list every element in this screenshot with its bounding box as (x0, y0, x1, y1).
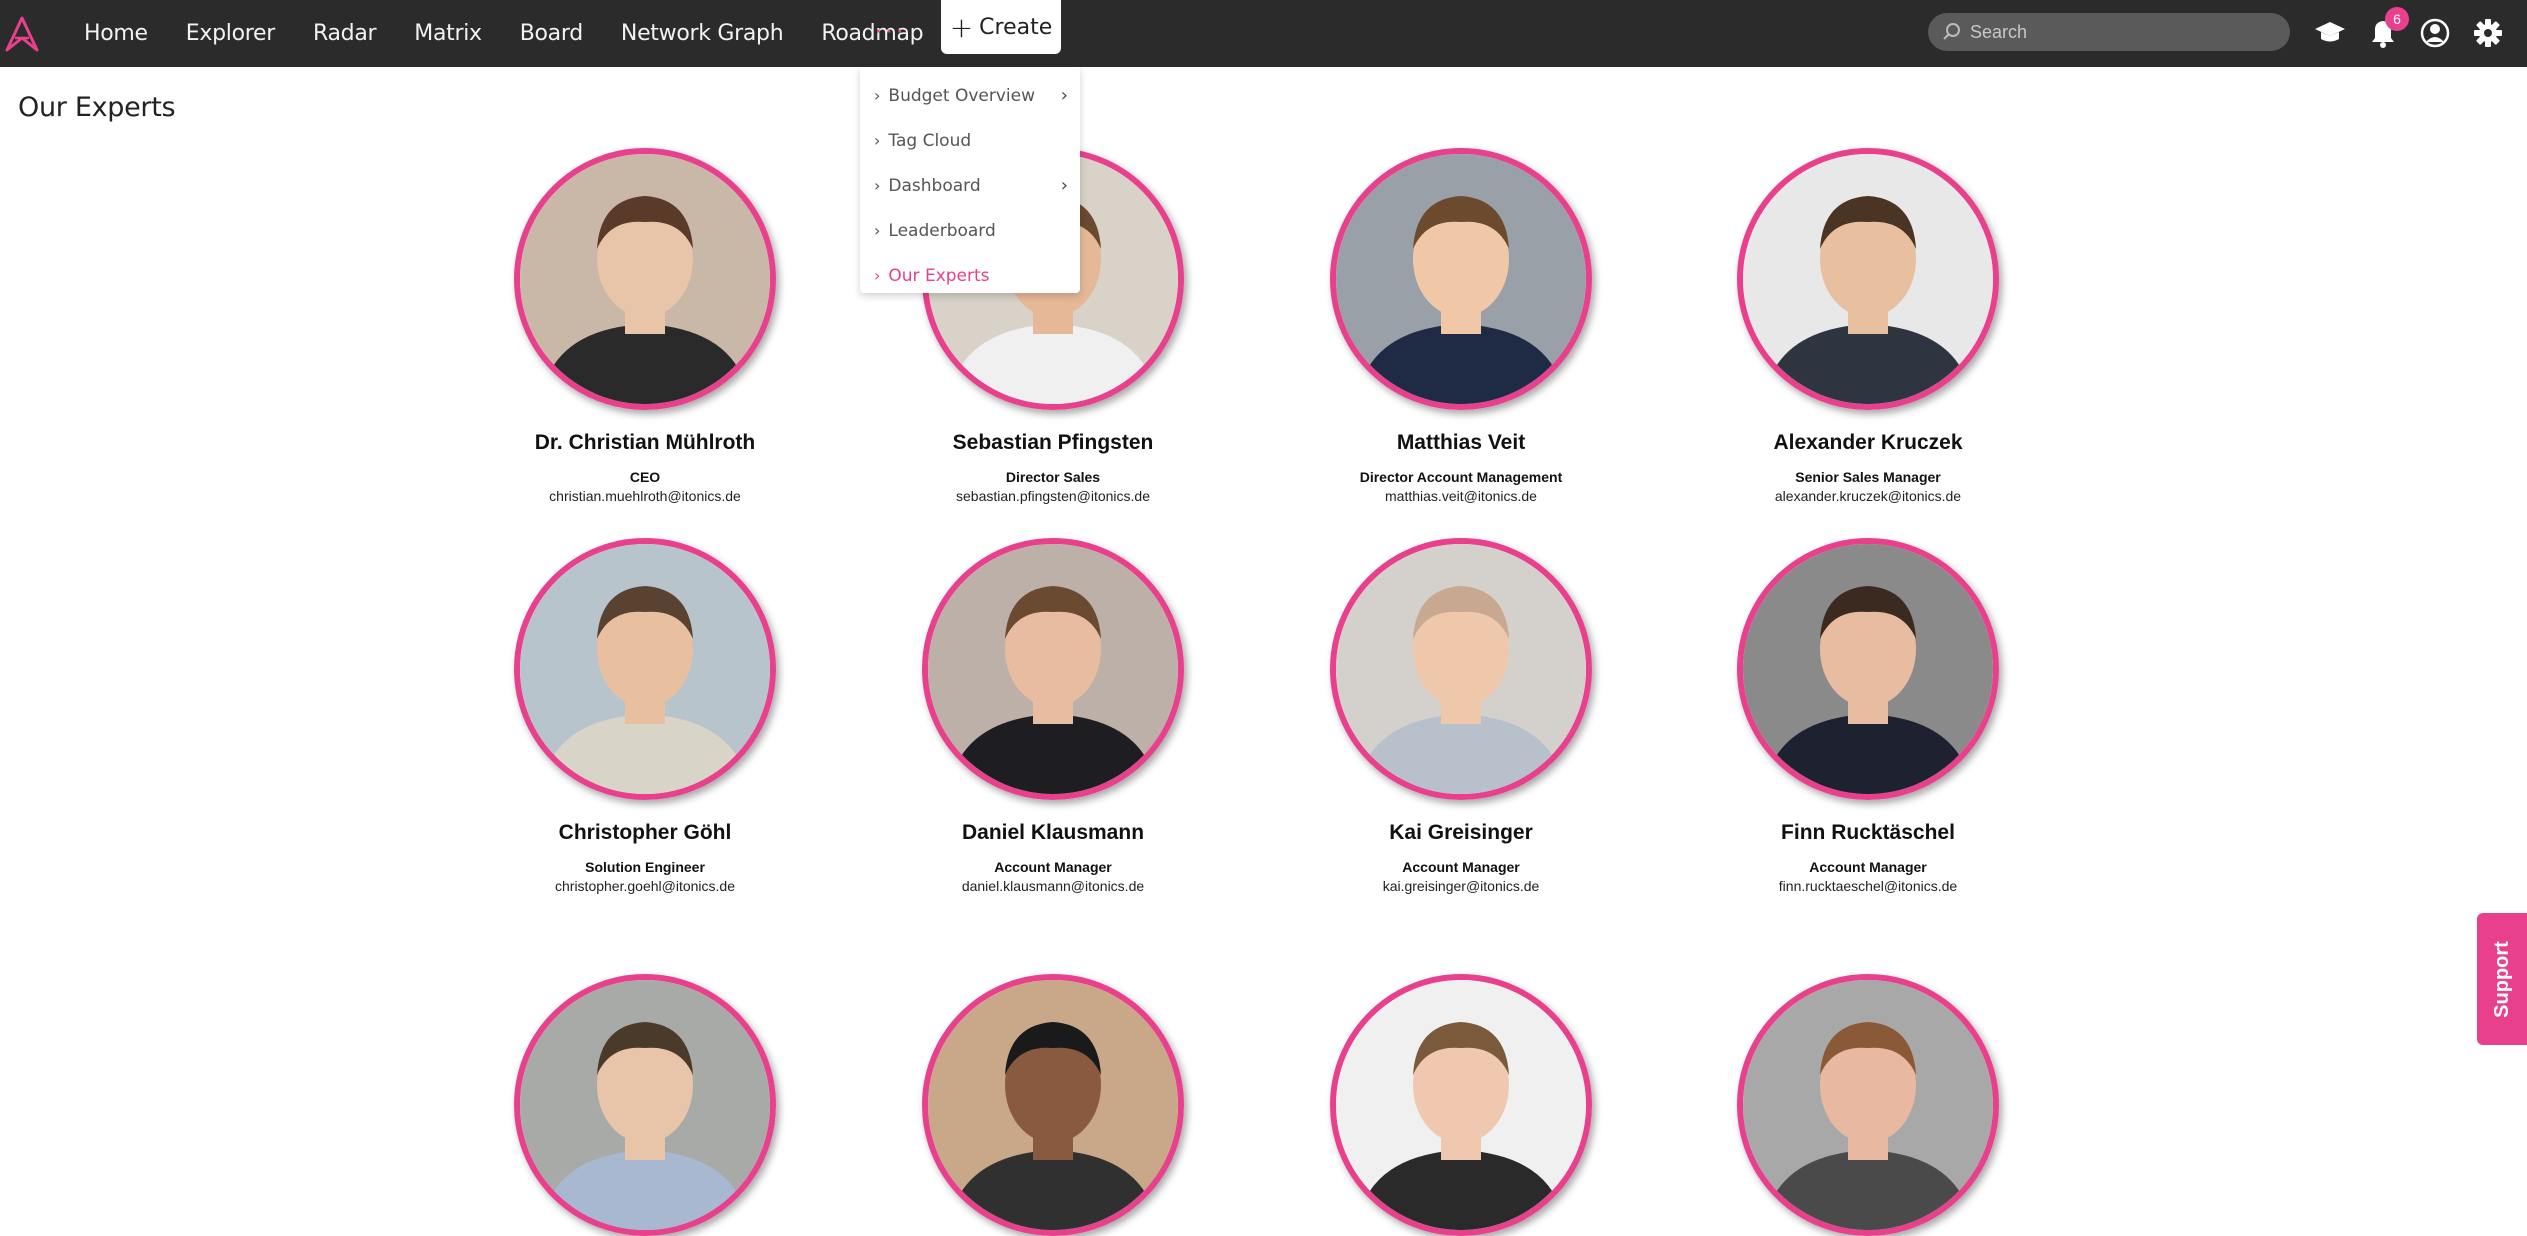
person-photo-icon (1336, 980, 1586, 1230)
expert-avatar (1737, 974, 1999, 1236)
expert-email-link[interactable]: daniel.klausmann@itonics.de (843, 878, 1263, 894)
expert-role: CEO (629, 469, 661, 485)
menu-item-label: Our Experts (888, 265, 990, 286)
person-photo-icon (520, 980, 770, 1230)
expert-role: Director Sales (1005, 469, 1101, 485)
main-nav: Home Explorer Radar Matrix Board Network… (84, 0, 961, 67)
expert-email-link[interactable]: christopher.goehl@itonics.de (435, 878, 855, 894)
expert-name: Alexander Kruczek (1773, 431, 1963, 454)
menu-item-our-experts[interactable]: › Our Experts (860, 253, 1080, 298)
person-photo-icon (1336, 544, 1586, 794)
expert-email-link[interactable]: kai.greisinger@itonics.de (1251, 878, 1671, 894)
expert-avatar (514, 974, 776, 1236)
person-photo-icon (1336, 154, 1586, 404)
nav-home[interactable]: Home (84, 21, 148, 46)
submenu-chevron-icon: › (1060, 175, 1068, 196)
expert-avatar (1330, 974, 1592, 1236)
user-profile-icon[interactable] (2418, 16, 2452, 50)
expert-name: Matthias Veit (1396, 431, 1526, 454)
expert-avatar (1330, 148, 1592, 410)
menu-item-label: Budget Overview (888, 85, 1035, 106)
expert-name: Finn Rucktäschel (1781, 821, 1955, 844)
expert-email-link[interactable]: finn.rucktaeschel@itonics.de (1658, 878, 2078, 894)
create-button[interactable]: + Create (941, 0, 1061, 54)
expert-avatar (1737, 538, 1999, 800)
support-button[interactable]: Support (2477, 913, 2527, 1045)
expert-name: Daniel Klausmann (961, 821, 1145, 844)
person-photo-icon (520, 544, 770, 794)
search-icon (1943, 23, 1960, 40)
expert-email-link[interactable]: sebastian.pfingsten@itonics.de (843, 488, 1263, 504)
expert-role: Solution Engineer (585, 859, 705, 875)
menu-item-budget-overview[interactable]: › Budget Overview › (860, 73, 1080, 118)
chevron-right-icon: › (874, 176, 881, 195)
nav-matrix[interactable]: Matrix (414, 21, 482, 46)
page-title: Our Experts (18, 92, 176, 123)
graduation-cap-icon[interactable] (2313, 16, 2347, 50)
expert-name: Sebastian Pfingsten (952, 431, 1154, 454)
top-navigation-bar: Home Explorer Radar Matrix Board Network… (0, 0, 2527, 67)
nav-radar[interactable]: Radar (313, 21, 377, 46)
expert-avatar (514, 538, 776, 800)
expert-name: Christopher Göhl (558, 821, 732, 844)
chevron-right-icon: › (874, 131, 881, 150)
expert-avatar (1737, 148, 1999, 410)
chevron-right-icon: › (874, 266, 881, 285)
support-label: Support (2490, 940, 2513, 1018)
expert-avatar (514, 148, 776, 410)
menu-item-dashboard[interactable]: › Dashboard › (860, 163, 1080, 208)
menu-item-label: Tag Cloud (888, 130, 972, 151)
expert-role: Senior Sales Manager (1795, 469, 1941, 485)
expert-avatar (1330, 538, 1592, 800)
person-photo-icon (1743, 980, 1993, 1230)
menu-item-label: Dashboard (888, 175, 981, 196)
menu-item-leaderboard[interactable]: › Leaderboard (860, 208, 1080, 253)
person-photo-icon (520, 154, 770, 404)
nav-explorer[interactable]: Explorer (186, 21, 276, 46)
expert-role: Account Manager (1402, 859, 1520, 875)
expert-name: Kai Greisinger (1389, 821, 1533, 844)
plus-icon: + (949, 10, 974, 44)
expert-avatar (922, 538, 1184, 800)
chevron-right-icon: › (874, 221, 881, 240)
expert-email-link[interactable]: alexander.kruczek@itonics.de (1658, 488, 2078, 504)
nav-roadmap[interactable]: Roadmap (821, 21, 923, 46)
expert-email-link[interactable]: christian.muehlroth@itonics.de (435, 488, 855, 504)
expert-role: Account Manager (994, 859, 1112, 875)
person-photo-icon (1743, 154, 1993, 404)
search-input[interactable] (1970, 21, 2270, 43)
person-photo-icon (928, 980, 1178, 1230)
search-box (1928, 13, 2290, 51)
nav-network-graph[interactable]: Network Graph (621, 21, 784, 46)
expert-email-link[interactable]: matthias.veit@itonics.de (1251, 488, 1671, 504)
more-menu-button[interactable]: ··· (874, 14, 906, 45)
create-label: Create (979, 14, 1053, 40)
gear-icon[interactable] (2471, 16, 2505, 50)
person-photo-icon (1743, 544, 1993, 794)
person-photo-icon (928, 544, 1178, 794)
submenu-chevron-icon: › (1060, 85, 1068, 106)
menu-item-tag-cloud[interactable]: › Tag Cloud (860, 118, 1080, 163)
menu-item-label: Leaderboard (888, 220, 996, 241)
notification-badge: 6 (2385, 7, 2409, 31)
more-dropdown-menu: › Budget Overview › › Tag Cloud › Dashbo… (860, 67, 1080, 293)
expert-role: Account Manager (1809, 859, 1927, 875)
itonics-logo-icon[interactable] (5, 16, 39, 52)
expert-avatar (922, 974, 1184, 1236)
expert-role: Director Account Management (1359, 469, 1563, 485)
expert-name: Dr. Christian Mühlroth (534, 431, 756, 454)
chevron-right-icon: › (874, 86, 881, 105)
nav-board[interactable]: Board (520, 21, 583, 46)
